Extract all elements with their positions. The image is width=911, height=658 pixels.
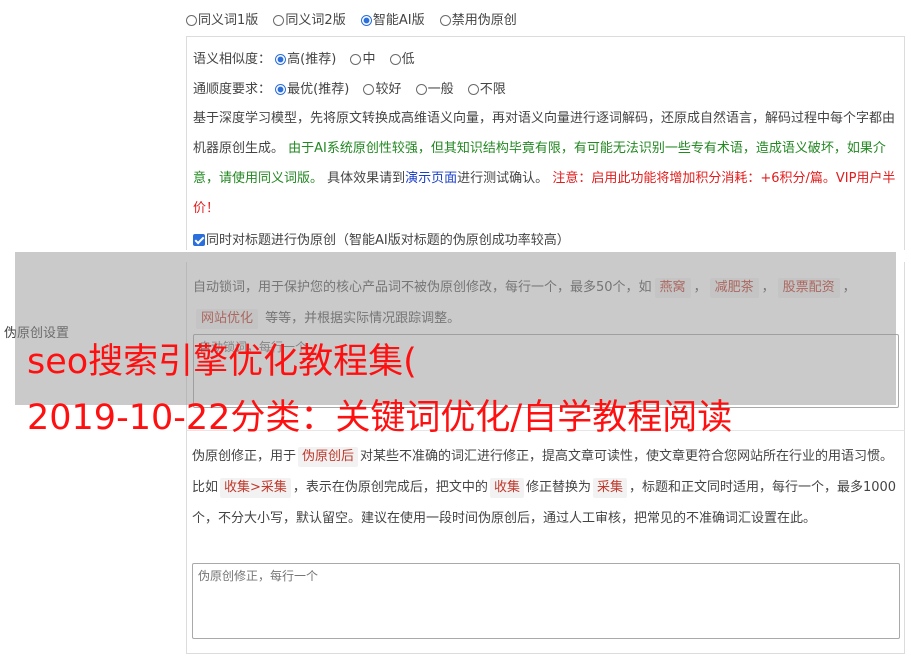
fluency-option-normal[interactable]: 一般	[415, 82, 454, 97]
radio-selected-icon[interactable]	[275, 84, 287, 95]
title-rewrite-checkbox[interactable]	[193, 234, 205, 246]
fluency-row: 通顺度要求： 最优(推荐) 较好 一般 不限	[193, 78, 516, 97]
radio-selected-icon[interactable]	[360, 15, 372, 26]
radio-icon[interactable]	[363, 84, 375, 95]
radio-selected-icon[interactable]	[275, 54, 287, 65]
similarity-option-low[interactable]: 低	[389, 52, 415, 67]
correction-description: 伪原创修正，用于 伪原创后 对某些不准确的词汇进行修正，提高文章可读性，使文章更符合…	[192, 447, 897, 526]
fluency-option-best[interactable]: 最优(推荐)	[275, 82, 349, 97]
similarity-option-medium[interactable]: 中	[350, 52, 375, 67]
ai-description: 基于深度学习模型，先将原文转换成高维语义向量，再对语义向量进行逐词解码，还原成自…	[193, 111, 896, 216]
radio-icon[interactable]	[350, 54, 362, 65]
correction-textarea[interactable]	[192, 563, 900, 639]
radio-icon[interactable]	[439, 15, 451, 26]
title-rewrite-row[interactable]: 同时对标题进行伪原创（智能AI版对标题的伪原创成功率较高）	[193, 229, 570, 248]
fluency-label: 通顺度要求：	[193, 82, 272, 97]
mode-radio-group: 同义词1版 同义词2版 智能AI版 禁用伪原创	[186, 9, 528, 28]
radio-icon[interactable]	[273, 15, 285, 26]
similarity-option-high[interactable]: 高(推荐)	[275, 52, 336, 67]
similarity-row: 语义相似度： 高(推荐) 中 低	[193, 48, 425, 67]
ai-settings-panel: 语义相似度： 高(推荐) 中 低 通顺度要求： 最优(推荐) 较好 一般 不限 …	[186, 36, 905, 250]
example-tag: 收集>采集	[220, 478, 291, 498]
demo-page-link[interactable]: 演示页面	[405, 171, 457, 186]
mode-option-synonym1[interactable]: 同义词1版	[186, 13, 258, 28]
example-tag: 采集	[592, 478, 627, 498]
fluency-option-any[interactable]: 不限	[467, 82, 506, 97]
headline-line-2: 2019-10-22分类：关键词优化/自学教程阅读	[27, 398, 733, 438]
radio-icon[interactable]	[467, 84, 479, 95]
mode-option-synonym2[interactable]: 同义词2版	[273, 13, 346, 28]
radio-icon[interactable]	[186, 15, 197, 26]
mode-option-ai[interactable]: 智能AI版	[360, 13, 425, 28]
similarity-label: 语义相似度：	[193, 52, 272, 67]
fluency-option-good[interactable]: 较好	[363, 82, 401, 97]
radio-icon[interactable]	[415, 84, 427, 95]
mode-option-disable[interactable]: 禁用伪原创	[439, 13, 517, 28]
overlay-headline: seo搜索引擎优化教程集( 2019-10-22分类：关键词优化/自学教程阅读	[27, 334, 911, 446]
title-rewrite-label: 同时对标题进行伪原创（智能AI版对标题的伪原创成功率较高）	[206, 233, 570, 248]
headline-line-1: seo搜索引擎优化教程集(	[27, 342, 417, 382]
radio-icon[interactable]	[389, 54, 401, 65]
example-tag: 收集	[489, 478, 524, 498]
example-tag: 伪原创后	[298, 447, 359, 467]
